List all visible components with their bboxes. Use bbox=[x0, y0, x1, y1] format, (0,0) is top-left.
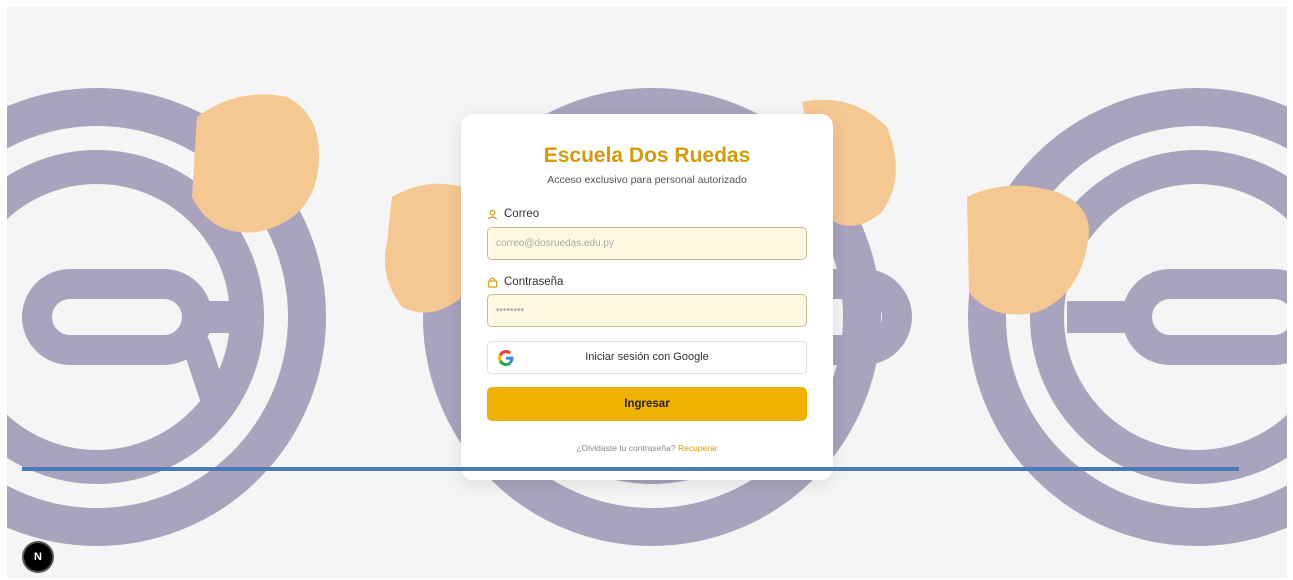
steering-wheel-illustration bbox=[968, 88, 1287, 546]
lock-icon bbox=[487, 276, 498, 288]
user-icon bbox=[487, 209, 498, 220]
page-subtitle: Acceso exclusivo para personal autorizad… bbox=[547, 174, 747, 186]
horizontal-line bbox=[22, 467, 1239, 471]
recover-password-link[interactable]: Recuperar bbox=[678, 443, 718, 453]
password-label: Contraseña bbox=[487, 276, 563, 288]
hand-illustration bbox=[967, 185, 1089, 315]
password-label-text: Contraseña bbox=[504, 276, 564, 288]
badge-letter: N bbox=[34, 551, 42, 563]
email-label-text: Correo bbox=[504, 208, 540, 220]
google-signin-label: Iniciar sesión con Google bbox=[585, 351, 709, 363]
page-title: Escuela Dos Ruedas bbox=[543, 144, 751, 167]
nextjs-logo-icon[interactable]: N bbox=[24, 543, 52, 571]
forgot-password-row: ¿Olvidaste tu contraseña? Recuperar bbox=[461, 443, 833, 453]
password-input[interactable] bbox=[487, 294, 807, 327]
email-label: Correo bbox=[487, 208, 539, 220]
login-card: Escuela Dos Ruedas Acceso exclusivo para… bbox=[461, 114, 833, 480]
login-submit-button[interactable]: Ingresar bbox=[487, 387, 807, 421]
email-input[interactable] bbox=[487, 227, 807, 260]
google-signin-button[interactable]: Iniciar sesión con Google bbox=[487, 341, 807, 374]
forgot-password-text: ¿Olvidaste tu contraseña? bbox=[576, 443, 676, 453]
